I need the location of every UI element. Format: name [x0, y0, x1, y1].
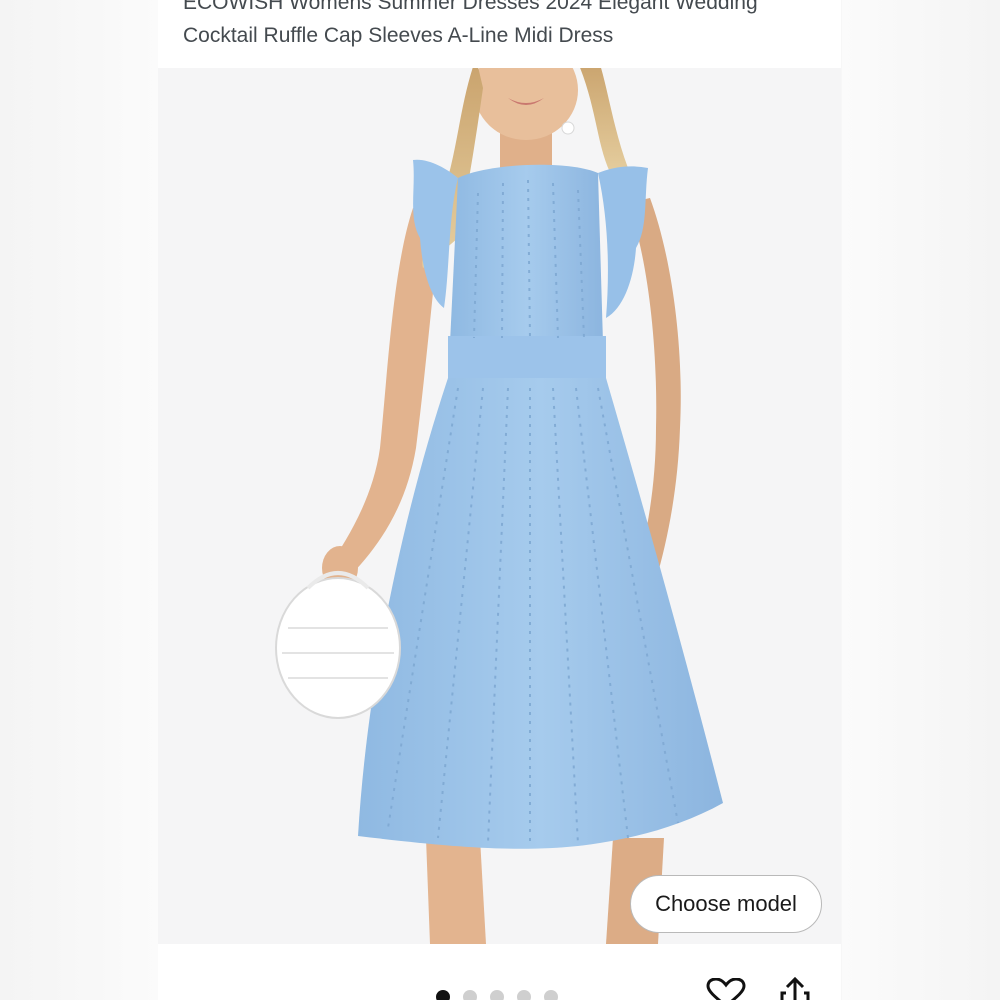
gallery-controls — [158, 944, 841, 1000]
product-photo[interactable] — [158, 68, 841, 944]
title-bar: ECOWISH Womens Summer Dresses 2024 Elega… — [158, 0, 841, 68]
choose-model-button[interactable]: Choose model — [630, 875, 822, 933]
product-image-carousel[interactable]: Choose model — [158, 68, 841, 944]
carousel-dot-active[interactable] — [436, 990, 450, 1000]
product-page: ECOWISH Womens Summer Dresses 2024 Elega… — [158, 0, 841, 1000]
left-backdrop — [0, 0, 158, 1000]
carousel-dot[interactable] — [490, 990, 504, 1000]
carousel-pagination — [436, 990, 558, 1000]
heart-icon[interactable] — [706, 978, 746, 1000]
carousel-dot[interactable] — [517, 990, 531, 1000]
carousel-dot[interactable] — [544, 990, 558, 1000]
share-icon[interactable] — [778, 976, 812, 1000]
carousel-dot[interactable] — [463, 990, 477, 1000]
product-title: ECOWISH Womens Summer Dresses 2024 Elega… — [183, 0, 758, 47]
right-backdrop — [842, 0, 1000, 1000]
